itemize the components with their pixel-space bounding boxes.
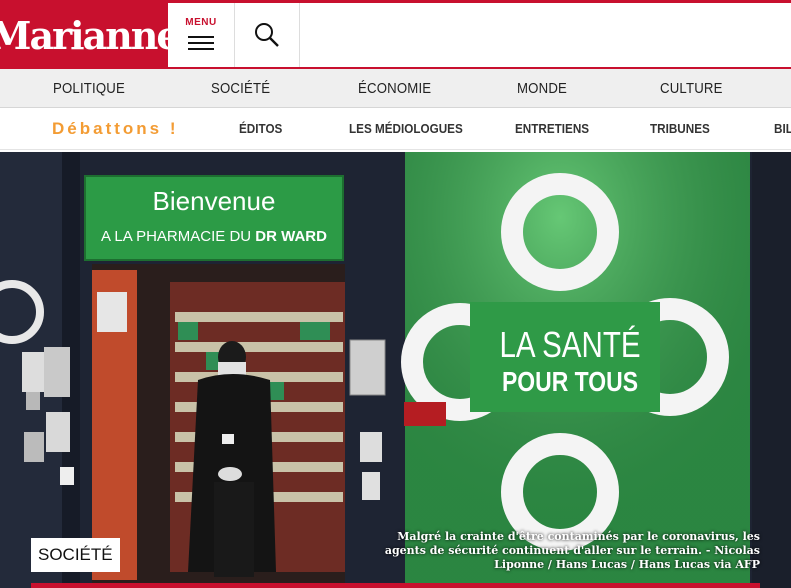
search-icon	[255, 23, 279, 47]
nav-item-tribunes[interactable]: TRIBUNES	[650, 108, 710, 149]
site-header: Marianne MENU	[0, 0, 791, 69]
photo-caption: Malgré la crainte d'être contaminés par …	[384, 530, 760, 571]
nav-item-mediologues[interactable]: LES MÉDIOLOGUES	[349, 108, 463, 149]
menu-button[interactable]: MENU	[168, 3, 235, 67]
menu-label: MENU	[185, 16, 217, 28]
nav-item-bil[interactable]: BIL	[774, 108, 791, 149]
site-logo[interactable]: Marianne	[0, 3, 181, 67]
poster-line2: POUR TOUS	[501, 366, 639, 397]
sign-subtitle-b: DU	[229, 228, 252, 245]
nav-item-economie[interactable]: ÉCONOMIE	[358, 69, 431, 108]
nav-item-entretiens[interactable]: ENTRETIENS	[515, 108, 589, 149]
nav-item-monde[interactable]: MONDE	[517, 69, 567, 108]
category-badge[interactable]: SOCIÉTÉ	[31, 538, 120, 572]
primary-nav: POLITIQUE SOCIÉTÉ ÉCONOMIE MONDE CULTURE	[0, 69, 791, 108]
poster-line1: LA SANTÉ	[499, 324, 641, 365]
nav-item-societe[interactable]: SOCIÉTÉ	[211, 69, 270, 108]
secondary-nav: Débattons ! ÉDITOS LES MÉDIOLOGUES ENTRE…	[0, 108, 791, 150]
pharmacy-photo	[0, 152, 791, 588]
sign-title: Bienvenue	[152, 186, 276, 216]
search-button[interactable]	[235, 3, 300, 67]
nav-item-politique[interactable]: POLITIQUE	[53, 69, 125, 108]
nav-item-editos[interactable]: ÉDITOS	[239, 108, 282, 149]
nav-item-culture[interactable]: CULTURE	[660, 69, 723, 108]
hamburger-icon	[188, 32, 214, 54]
sign-subtitle-a: A LA PHARMACIE	[101, 228, 226, 245]
sign-subtitle: A LA PHARMACIE DU DR WARD	[85, 228, 343, 245]
sign-subtitle-c: DR WARD	[255, 228, 327, 245]
hero-image[interactable]: Bienvenue A LA PHARMACIE DU DR WARD LA S…	[0, 152, 791, 588]
debattons-label[interactable]: Débattons !	[52, 108, 179, 149]
accent-divider	[31, 583, 760, 588]
